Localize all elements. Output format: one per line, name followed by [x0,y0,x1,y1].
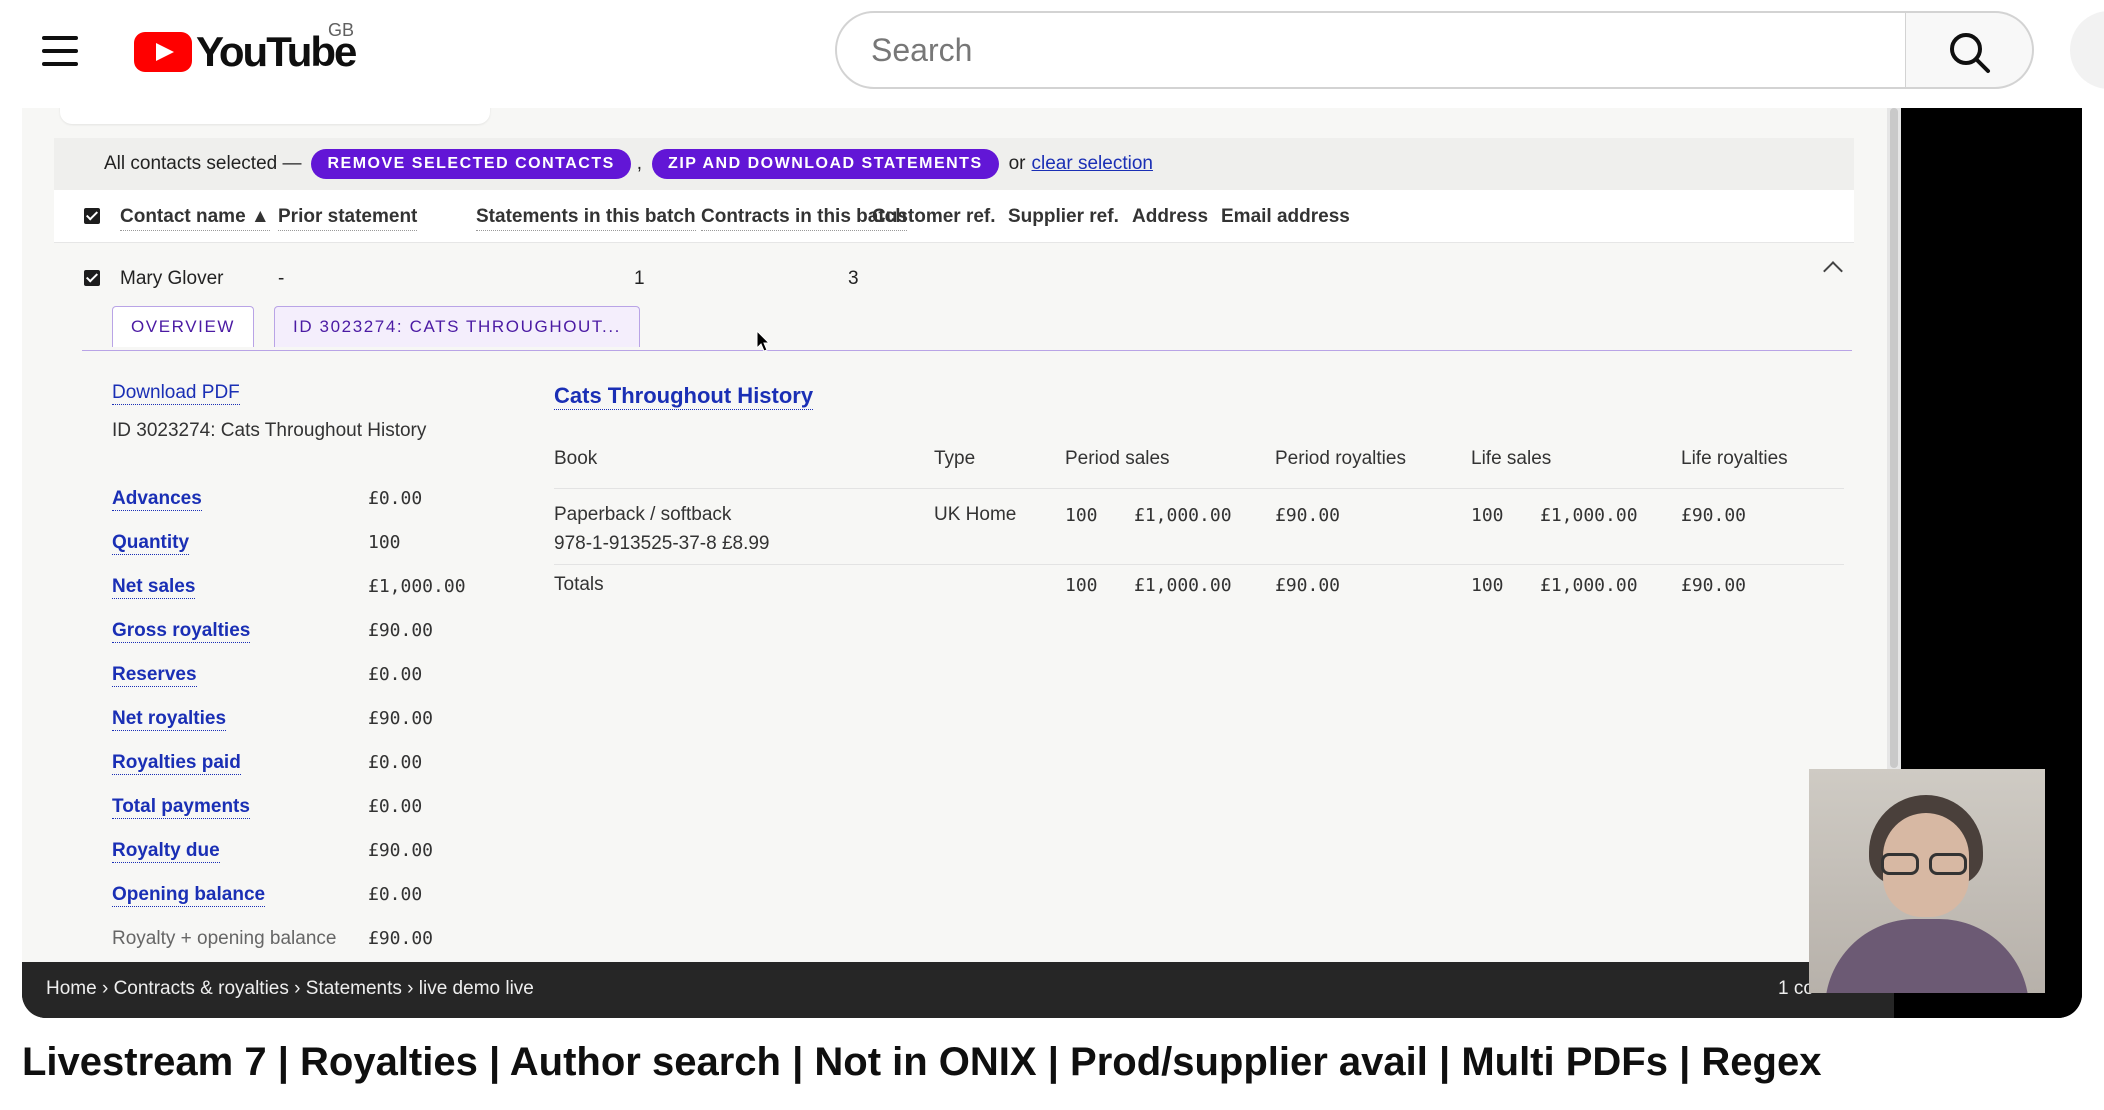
microphone-button[interactable] [2070,11,2104,89]
summary-value: £0.00 [368,664,423,685]
remove-selected-contacts-button[interactable]: REMOVE SELECTED CONTACTS [311,149,631,179]
life-royalties: £90.00 [1681,505,1747,526]
prior-statement-value: - [278,268,285,289]
search-box [835,11,1907,89]
contract-id-line: ID 3023274: Cats Throughout History [112,420,427,441]
summary-value: £0.00 [368,488,423,509]
totals-life-qty: 100 [1471,575,1504,596]
summary-value: £0.00 [368,796,423,817]
period-value: £1,000.00 [1134,505,1232,526]
search-icon [1950,33,1990,73]
summary-label: Royalty + opening balance [112,928,337,949]
clear-selection-link[interactable]: clear selection [1032,153,1153,175]
life-qty: 100 [1471,505,1504,526]
selection-bar: All contacts selected — REMOVE SELECTED … [54,138,1854,190]
life-value: £1,000.00 [1540,505,1638,526]
summary-value: £90.00 [368,708,434,729]
zip-download-statements-button[interactable]: ZIP AND DOWNLOAD STATEMENTS [652,149,999,179]
header-customer-ref: Customer ref. [872,206,996,227]
summary-value: 100 [368,532,401,553]
selection-separator: , [636,153,643,174]
contacts-table-header: Contact name ▲ Prior statement Statement… [54,190,1854,243]
header-supplier-ref: Supplier ref. [1008,206,1119,227]
youtube-header: YouTube GB [0,0,2104,108]
header-statements-in-batch[interactable]: Statements in this batch [476,206,696,231]
download-pdf-link[interactable]: Download PDF [112,382,240,405]
totals-period-royalties: £90.00 [1275,575,1341,596]
header-book: Book [554,448,598,469]
totals-period-value: £1,000.00 [1134,575,1232,596]
summary-label[interactable]: Quantity [112,532,190,555]
table-row[interactable]: Mary Glover - 1 3 [54,242,1854,298]
breadcrumb-separator: › [101,978,109,999]
breadcrumb-statements[interactable]: Statements [306,978,402,999]
header-period-royalties: Period royalties [1275,448,1406,469]
book-isbn-price: 978-1-913525-37-8 £8.99 [554,533,770,554]
video-player[interactable]: All contacts selected — REMOVE SELECTED … [22,108,2082,1018]
breadcrumb: Home › Contracts & royalties › Statement… [22,962,1894,1018]
summary-value: £1,000.00 [368,576,466,597]
contract-tabs: OVERVIEW ID 3023274: CATS THROUGHOUT... [82,306,1852,351]
or-text: or [1008,153,1026,174]
summary-label[interactable]: Net sales [112,576,196,599]
header-period-sales: Period sales [1065,448,1170,469]
summary-value: £90.00 [368,928,434,949]
header-contact-name[interactable]: Contact name ▲ [120,206,270,231]
header-prior-statement[interactable]: Prior statement [278,206,418,231]
book-type: UK Home [934,504,1017,525]
breadcrumb-current: live demo live [418,978,534,999]
youtube-play-icon [134,32,192,72]
header-life-royalties: Life royalties [1681,448,1788,469]
summary-label[interactable]: Net royalties [112,708,227,731]
header-life-sales: Life sales [1471,448,1552,469]
header-address: Address [1132,206,1209,227]
book-title-link[interactable]: Cats Throughout History [554,383,814,410]
contracts-count: 3 [848,268,859,289]
mouse-cursor-icon [756,330,771,352]
totals-label: Totals [554,574,604,595]
summary-value: £90.00 [368,840,434,861]
video-title: Livestream 7 | Royalties | Author search… [22,1040,1822,1084]
search-button[interactable] [1906,11,2034,89]
tab-contract[interactable]: ID 3023274: CATS THROUGHOUT... [274,306,640,347]
presenter-webcam [1809,769,2045,993]
summary-value: £0.00 [368,752,423,773]
statements-count: 1 [634,268,645,289]
header-email-address: Email address [1221,206,1350,227]
summary-label[interactable]: Opening balance [112,884,266,907]
header-type: Type [934,448,976,469]
select-all-checkbox[interactable] [84,208,100,224]
summary-label[interactable]: Total payments [112,796,250,819]
region-code: GB [328,20,355,40]
summary-value: £90.00 [368,620,434,641]
screen-recording: All contacts selected — REMOVE SELECTED … [22,108,1894,962]
summary-label[interactable]: Royalty due [112,840,220,863]
period-royalties: £90.00 [1275,505,1341,526]
period-qty: 100 [1065,505,1098,526]
book-format: Paperback / softback [554,504,732,525]
totals-period-qty: 100 [1065,575,1098,596]
breadcrumb-home[interactable]: Home [46,978,97,999]
summary-label[interactable]: Gross royalties [112,620,251,643]
summary-label[interactable]: Advances [112,488,202,511]
selection-status: All contacts selected — [104,153,302,174]
summary-value: £0.00 [368,884,423,905]
summary-label[interactable]: Reserves [112,664,197,687]
summary-label[interactable]: Royalties paid [112,752,241,775]
breadcrumb-contracts[interactable]: Contracts & royalties [114,978,289,999]
breadcrumb-separator: › [294,978,301,999]
contact-name: Mary Glover [120,268,224,289]
breadcrumb-separator: › [407,978,414,999]
top-card-edge [60,108,490,124]
search-input[interactable] [869,31,1873,70]
collapse-chevron-icon[interactable] [1823,261,1843,281]
menu-icon[interactable] [40,34,82,68]
totals-life-royalties: £90.00 [1681,575,1747,596]
tab-overview[interactable]: OVERVIEW [112,306,254,347]
totals-life-value: £1,000.00 [1540,575,1638,596]
youtube-logo[interactable]: YouTube [134,28,357,75]
row-checkbox[interactable] [84,270,100,286]
